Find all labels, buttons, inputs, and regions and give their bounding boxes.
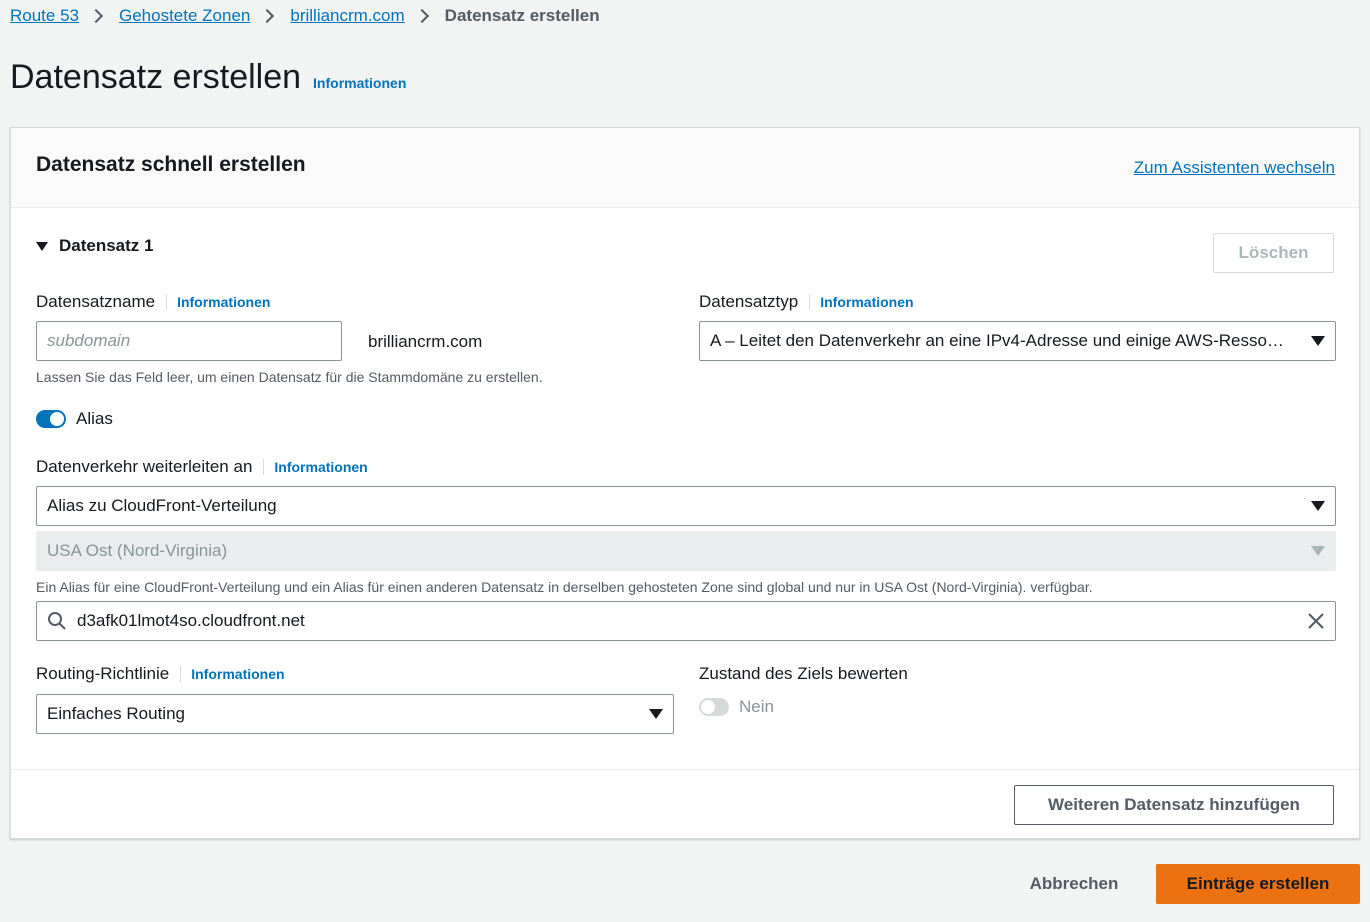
caret-down-icon [649, 709, 663, 719]
endpoint-value: d3afk01lmot4so.cloudfront.net [77, 611, 305, 630]
breadcrumb-zone[interactable]: brilliancrm.com [290, 6, 404, 26]
panel-divider [11, 769, 1359, 770]
record-name-label: Datensatzname [36, 292, 156, 311]
routing-policy-select[interactable]: Einfaches Routing [36, 694, 674, 734]
region-value: USA Ost (Nord-Virginia) [47, 541, 228, 560]
breadcrumb: Route 53 Gehostete Zonen brilliancrm.com… [10, 6, 600, 26]
policy-label: Routing-Richtlinie [36, 664, 170, 683]
breadcrumb-hosted-zones[interactable]: Gehostete Zonen [119, 6, 250, 26]
routing-policy-value: Einfaches Routing [47, 704, 185, 723]
record-name-input[interactable] [36, 321, 342, 361]
toggle-switch-icon [699, 698, 729, 716]
route-label: Datenverkehr weiterleiten an [36, 457, 253, 476]
delete-button[interactable]: Löschen [1213, 233, 1334, 273]
domain-suffix: brilliancrm.com [368, 332, 483, 351]
region-select: USA Ost (Nord-Virginia) [36, 531, 1336, 571]
page-info-link[interactable]: Informationen [313, 75, 406, 91]
record-heading: Datensatz 1 [59, 236, 154, 255]
chevron-right-icon [260, 8, 275, 24]
caret-down-icon [1311, 546, 1325, 556]
toggle-switch-icon [36, 410, 66, 428]
panel-header: Datensatz schnell erstellen Zum Assisten… [11, 128, 1359, 208]
policy-info-link[interactable]: Informationen [180, 666, 285, 682]
chevron-right-icon [88, 8, 104, 24]
search-icon [48, 612, 66, 630]
breadcrumb-route53[interactable]: Route 53 [10, 6, 79, 26]
health-label: Zustand des Ziels bewerten [699, 664, 908, 683]
route-target-value: Alias zu CloudFront-Verteilung [47, 496, 277, 515]
alias-toggle[interactable]: Alias [36, 409, 113, 429]
close-icon[interactable] [1307, 612, 1325, 630]
page-header: Datensatz erstellen Informationen [10, 58, 406, 97]
record-type-info-link[interactable]: Informationen [809, 294, 914, 310]
record-type-select[interactable]: A – Leitet den Datenverkehr an eine IPv4… [699, 321, 1336, 361]
route-info-link[interactable]: Informationen [263, 459, 368, 475]
alias-label: Alias [76, 409, 113, 428]
route-label-row: Datenverkehr weiterleiten an Information… [36, 457, 368, 477]
breadcrumb-current: Datensatz erstellen [444, 6, 600, 25]
health-value: Nein [739, 697, 774, 716]
quick-create-panel: Datensatz schnell erstellen Zum Assisten… [10, 127, 1360, 839]
caret-down-icon [1311, 501, 1325, 511]
region-hint: Ein Alias für eine CloudFront-Verteilung… [36, 579, 1093, 595]
add-record-button[interactable]: Weiteren Datensatz hinzufügen [1014, 785, 1334, 825]
caret-down-icon [1311, 336, 1325, 346]
record-name-label-row: Datensatzname Informationen [36, 292, 270, 312]
caret-down-icon [36, 241, 48, 251]
record-expander[interactable]: Datensatz 1 [36, 236, 153, 256]
page-title: Datensatz erstellen [10, 58, 302, 96]
chevron-right-icon [414, 8, 429, 24]
record-type-label: Datensatztyp [699, 292, 799, 311]
record-type-value: A – Leitet den Datenverkehr an eine IPv4… [710, 331, 1311, 350]
endpoint-search-input[interactable]: d3afk01lmot4so.cloudfront.net [36, 601, 1336, 641]
switch-to-wizard-link[interactable]: Zum Assistenten wechseln [1134, 158, 1335, 178]
route-target-select[interactable]: Alias zu CloudFront-Verteilung [36, 486, 1336, 526]
record-name-hint: Lassen Sie das Feld leer, um einen Daten… [36, 369, 543, 385]
cancel-button[interactable]: Abbrechen [1010, 864, 1138, 904]
record-name-info-link[interactable]: Informationen [166, 294, 270, 310]
health-toggle[interactable]: Nein [699, 697, 774, 717]
create-records-button[interactable]: Einträge erstellen [1156, 864, 1360, 904]
record-type-label-row: Datensatztyp Informationen [699, 292, 914, 312]
panel-title: Datensatz schnell erstellen [36, 153, 306, 176]
policy-label-row: Routing-Richtlinie Informationen [36, 664, 285, 684]
